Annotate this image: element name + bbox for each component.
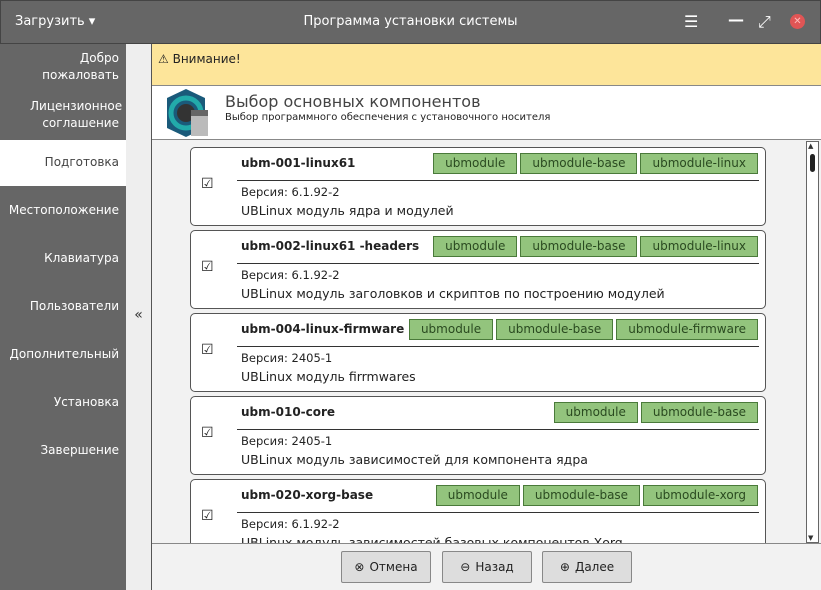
minimize-icon[interactable]: — xyxy=(728,10,744,29)
component-checkbox[interactable]: ☑ xyxy=(201,425,214,441)
button-bar: ⊗ Отмена ⊖ Назад ⊕ Далее xyxy=(152,543,821,590)
collapse-sidebar-button[interactable]: « xyxy=(126,44,151,590)
scroll-up-icon[interactable]: ▲ xyxy=(808,142,813,150)
tag-badge: ubmodule xyxy=(408,319,494,340)
page-header: Выбор основных компонентов Выбор програм… xyxy=(152,86,821,140)
close-icon[interactable]: ✕ xyxy=(790,14,805,29)
menu-icon[interactable]: ☰ xyxy=(684,12,698,31)
component-name: ubm-010-core xyxy=(241,405,336,419)
tag-badge: ubmodule-base xyxy=(520,153,638,174)
component-description: UBLinux модуль зависимостей для компонен… xyxy=(241,452,588,467)
component-name: ubm-002-linux61 -headers xyxy=(241,239,420,253)
sidebar-item-users[interactable]: Пользователи xyxy=(0,298,126,315)
component-description: UBLinux модуль зависимостей базовых комп… xyxy=(241,535,623,543)
next-icon: ⊕ xyxy=(559,560,570,574)
warning-text: Внимание! xyxy=(172,52,241,66)
component-description: UBLinux модуль заголовков и скриптов по … xyxy=(241,286,665,301)
divider xyxy=(237,512,759,513)
sidebar-item-preparation[interactable]: Подготовка xyxy=(0,140,126,186)
tag-list: ubmodule ubmodule-base ubmodule-xorg xyxy=(435,485,758,506)
component-card[interactable]: ☑ ubm-002-linux61 -headers ubmodule ubmod… xyxy=(190,230,766,309)
cancel-button[interactable]: ⊗ Отмена xyxy=(341,551,431,583)
component-version: Версия: 6.1.92-2 xyxy=(241,268,340,282)
sidebar-item-location[interactable]: Местоположение xyxy=(0,202,126,219)
component-card[interactable]: ☑ ubm-020-xorg-base ubmodule ubmodule-bas… xyxy=(190,479,766,543)
divider xyxy=(237,263,759,264)
next-label: Далее xyxy=(574,560,615,574)
back-button[interactable]: ⊖ Назад xyxy=(442,551,532,583)
scroll-down-icon[interactable]: ▼ xyxy=(808,534,813,542)
tag-badge: ubmodule-linux xyxy=(640,153,758,174)
component-card[interactable]: ☑ ubm-010-core ubmodule ubmodule-base Вер… xyxy=(190,396,766,475)
tag-badge: ubmodule-base xyxy=(496,319,614,340)
tag-badge: ubmodule-base xyxy=(640,402,758,423)
back-icon: ⊖ xyxy=(460,560,471,574)
tag-badge: ubmodule-firmware xyxy=(616,319,758,340)
tag-list: ubmodule ubmodule-base xyxy=(553,402,758,423)
component-name: ubm-001-linux61 xyxy=(241,156,356,170)
sidebar-item-license[interactable]: Лицензионное соглашение xyxy=(0,98,126,132)
cancel-icon: ⊗ xyxy=(354,560,365,574)
page-subtitle: Выбор программного обеспечения с установ… xyxy=(225,112,551,123)
warning-bar: ⚠ Внимание! xyxy=(152,44,821,86)
sidebar-item-install[interactable]: Установка xyxy=(0,394,126,411)
component-card[interactable]: ☑ ubm-004-linux-firmware ubmodule ubmodul… xyxy=(190,313,766,392)
tag-badge: ubmodule xyxy=(435,485,520,506)
maximize-icon[interactable]: ⤢ xyxy=(758,12,771,32)
cancel-label: Отмена xyxy=(369,560,418,574)
tag-badge: ubmodule xyxy=(433,236,518,257)
component-version: Версия: 6.1.92-2 xyxy=(241,185,340,199)
title-bar: Загрузить ▾ Программа установки системы … xyxy=(0,0,821,44)
sidebar: Добро пожаловать Лицензионное соглашение… xyxy=(0,44,126,590)
scrollbar-thumb[interactable] xyxy=(810,154,815,172)
divider xyxy=(237,429,759,430)
component-checkbox[interactable]: ☑ xyxy=(201,508,214,524)
tag-list: ubmodule ubmodule-base ubmodule-linux xyxy=(433,153,758,174)
component-name: ubm-004-linux-firmware xyxy=(241,322,405,336)
component-checkbox[interactable]: ☑ xyxy=(201,259,214,275)
component-checkbox[interactable]: ☑ xyxy=(201,176,214,192)
sidebar-item-additional[interactable]: Дополнительный xyxy=(0,346,126,363)
component-name: ubm-020-xorg-base xyxy=(241,488,374,502)
sidebar-item-welcome[interactable]: Добро пожаловать xyxy=(0,50,126,84)
tag-badge: ubmodule xyxy=(433,153,518,174)
component-list: ☑ ubm-001-linux61 ubmodule ubmodule-base u… xyxy=(152,141,821,543)
component-version: Версия: 2405-1 xyxy=(241,351,333,365)
sidebar-item-keyboard[interactable]: Клавиатура xyxy=(0,250,126,267)
component-version: Версия: 2405-1 xyxy=(241,434,333,448)
component-card[interactable]: ☑ ubm-001-linux61 ubmodule ubmodule-base u… xyxy=(190,147,766,226)
sidebar-item-finish[interactable]: Завершение xyxy=(0,442,126,459)
tag-badge: ubmodule xyxy=(553,402,638,423)
tag-list: ubmodule ubmodule-base ubmodule-linux xyxy=(433,236,758,257)
installer-logo-icon xyxy=(167,89,208,137)
component-checkbox[interactable]: ☑ xyxy=(201,342,214,358)
warning-icon: ⚠ xyxy=(158,52,169,66)
page-title: Выбор основных компонентов xyxy=(225,92,481,111)
back-label: Назад xyxy=(475,560,514,574)
next-button[interactable]: ⊕ Далее xyxy=(542,551,632,583)
scrollbar[interactable]: ▲ ▼ xyxy=(806,141,819,543)
main-panel: ⚠ Внимание! Выбор основных компонентов В… xyxy=(151,44,821,590)
component-description: UBLinux модуль firrmwares xyxy=(241,369,416,384)
tag-badge: ubmodule-base xyxy=(522,485,641,506)
component-description: UBLinux модуль ядра и модулей xyxy=(241,203,454,218)
tag-badge: ubmodule-xorg xyxy=(643,485,758,506)
tag-badge: ubmodule-linux xyxy=(640,236,758,257)
tag-list: ubmodule ubmodule-base ubmodule-firmware xyxy=(408,319,758,340)
component-version: Версия: 6.1.92-2 xyxy=(241,517,340,531)
divider xyxy=(237,180,759,181)
divider xyxy=(237,346,759,347)
tag-badge: ubmodule-base xyxy=(520,236,638,257)
